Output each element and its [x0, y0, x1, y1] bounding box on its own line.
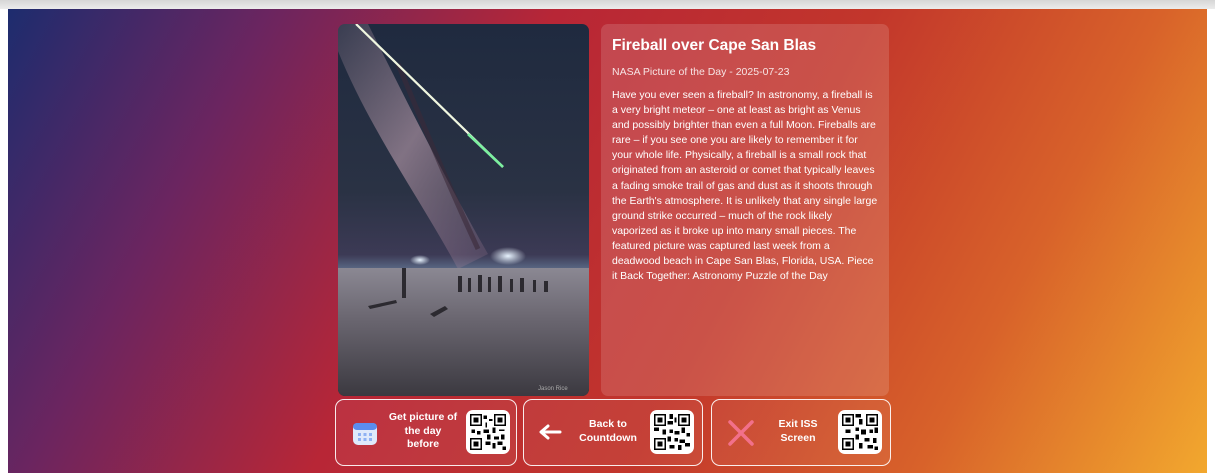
apod-title: Fireball over Cape San Blas — [612, 37, 817, 54]
photo-credit: Jason Rice — [538, 386, 568, 392]
prev-day-button[interactable]: Get picture of the day before — [335, 399, 517, 466]
exit-iss-label: Exit ISS Screen — [778, 418, 818, 444]
iss-apod-screen: Jason Rice Fireball over Cape San Blas N… — [8, 9, 1207, 473]
calendar-icon — [352, 420, 378, 451]
close-x-icon — [726, 418, 756, 453]
back-to-countdown-button[interactable]: Back to Countdown — [523, 399, 703, 466]
browser-top-strip — [0, 0, 1215, 9]
qr-code-prev-day — [466, 410, 510, 454]
arrow-left-icon — [538, 424, 562, 445]
apod-photo: Jason Rice — [338, 24, 589, 396]
exit-iss-button[interactable]: Exit ISS Screen — [711, 399, 891, 466]
prev-day-label: Get picture of the day before — [388, 411, 458, 450]
apod-subtitle: NASA Picture of the Day - 2025-07-23 — [612, 66, 790, 78]
qr-code-exit — [838, 410, 882, 454]
qr-code-back — [650, 410, 694, 454]
back-to-countdown-label: Back to Countdown — [579, 418, 637, 444]
apod-info-card: Fireball over Cape San Blas NASA Picture… — [601, 24, 889, 396]
apod-description: Have you ever seen a fireball? In astron… — [612, 89, 878, 283]
